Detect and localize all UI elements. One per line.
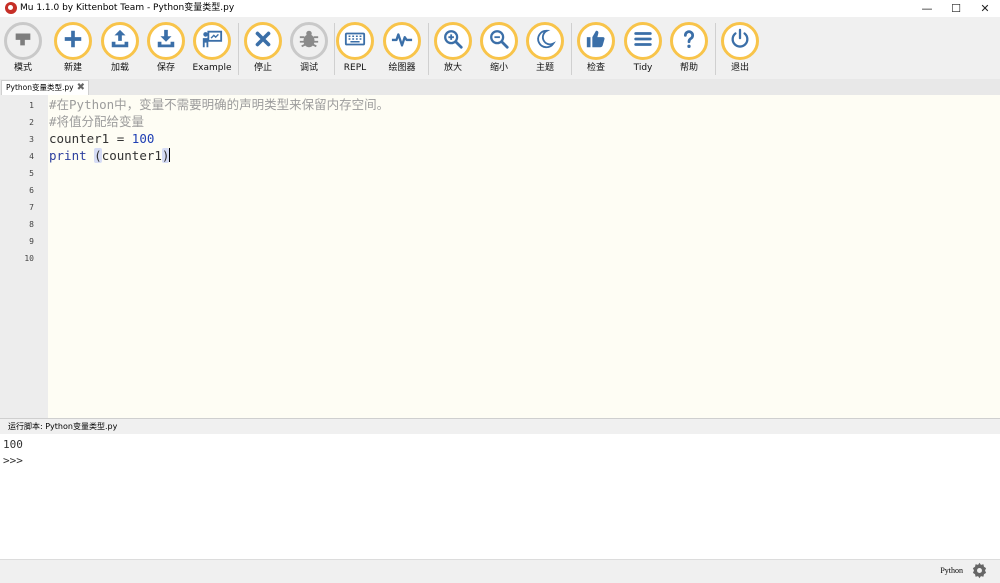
tidy-label: Tidy: [633, 63, 653, 73]
print-argument: counter1: [101, 148, 162, 163]
repl-output-line: 100: [3, 438, 23, 451]
keyword-print: print: [49, 148, 87, 163]
save-button[interactable]: 保存: [143, 22, 189, 78]
repl-prompt: >>>: [3, 454, 23, 467]
line-number: 6: [29, 186, 34, 195]
window-title: Mu 1.1.0 by Kittenbot Team - Python变量类型.…: [20, 3, 235, 13]
line-number: 1: [29, 101, 34, 110]
toolbar-separator: [238, 23, 239, 75]
toolbar-separator: [715, 23, 716, 75]
presentation-icon: [201, 28, 223, 54]
mode-indicator[interactable]: Python: [940, 565, 963, 576]
tab-label: Python变量类型.py: [6, 83, 74, 92]
power-icon: [729, 28, 751, 54]
repl-output-pane[interactable]: 100 >>>: [0, 434, 1000, 559]
close-paren: ): [161, 148, 170, 163]
debug-label: 调试: [299, 63, 318, 73]
mode-icon: [12, 28, 34, 54]
assign-operator: =: [109, 131, 132, 146]
code-editor[interactable]: 1 2 3 4 5 6 7 8 9 10 #在Python中，变量不需要明确的声…: [0, 95, 1000, 418]
tab-bar: Python变量类型.py ✖: [0, 79, 1000, 95]
zoom-out-icon: [488, 28, 510, 54]
theme-label: 主题: [535, 63, 554, 73]
mode-button[interactable]: 模式: [0, 22, 46, 78]
code-line: #在Python中，变量不需要明确的声明类型来保留内存空间。: [49, 96, 389, 113]
close-window-button[interactable]: ✕: [970, 0, 1000, 17]
code-line: print (counter1): [49, 147, 171, 164]
repl-header: 运行脚本: Python变量类型.py: [0, 418, 1000, 434]
plotter-label: 绘图器: [388, 63, 416, 73]
mode-label: 模式: [13, 63, 32, 73]
close-icon: [252, 28, 274, 54]
line-number: 7: [29, 203, 34, 212]
zoom-out-label: 缩小: [489, 63, 508, 73]
tab-python-file[interactable]: Python变量类型.py ✖: [1, 80, 89, 95]
comment-text: #将值分配给变量: [49, 114, 145, 129]
variable-name: counter1: [49, 131, 110, 146]
line-number: 9: [29, 237, 34, 246]
line-number: 10: [24, 254, 34, 263]
download-icon: [155, 28, 177, 54]
zoom-in-label: 放大: [443, 63, 462, 73]
upload-icon: [109, 28, 131, 54]
repl-button[interactable]: REPL: [332, 22, 378, 78]
load-label: 加载: [110, 63, 129, 73]
bug-icon: [298, 28, 320, 54]
load-button[interactable]: 加载: [97, 22, 143, 78]
tidy-button[interactable]: Tidy: [620, 22, 666, 78]
open-paren: (: [94, 148, 102, 163]
zoom-out-button[interactable]: 缩小: [476, 22, 522, 78]
pulse-icon: [391, 28, 413, 54]
line-number: 3: [29, 135, 34, 144]
thumbs-up-icon: [585, 28, 607, 54]
new-label: 新建: [63, 63, 82, 73]
app-logo-icon: [5, 2, 17, 14]
help-label: 帮助: [679, 63, 698, 73]
title-bar: Mu 1.1.0 by Kittenbot Team - Python变量类型.…: [0, 0, 1000, 17]
new-button[interactable]: 新建: [50, 22, 96, 78]
help-icon: [678, 28, 700, 54]
line-number: 4: [29, 152, 34, 161]
check-button[interactable]: 检查: [573, 22, 619, 78]
plotter-button[interactable]: 绘图器: [379, 22, 425, 78]
debug-button[interactable]: 调试: [286, 22, 332, 78]
toolbar-separator: [428, 23, 429, 75]
save-label: 保存: [156, 63, 175, 73]
quit-button[interactable]: 退出: [717, 22, 763, 78]
run-script-label: 运行脚本: Python变量类型.py: [8, 422, 118, 431]
text-cursor: [169, 148, 171, 162]
example-button[interactable]: Example: [189, 22, 235, 78]
status-bar: Python: [0, 559, 1000, 581]
moon-icon: [534, 28, 556, 54]
line-number: 5: [29, 169, 34, 178]
quit-label: 退出: [730, 63, 749, 73]
maximize-button[interactable]: ☐: [941, 0, 971, 17]
keyboard-icon: [344, 28, 366, 54]
minimize-button[interactable]: —: [912, 0, 942, 17]
stop-button[interactable]: 停止: [240, 22, 286, 78]
line-number-gutter: 1 2 3 4 5 6 7 8 9 10: [0, 95, 48, 418]
code-line: counter1 = 100: [49, 130, 154, 147]
zoom-in-icon: [442, 28, 464, 54]
number-literal: 100: [131, 131, 155, 146]
comment-text: #在Python中，变量不需要明确的声明类型来保留内存空间。: [49, 97, 390, 112]
repl-label: REPL: [343, 63, 367, 73]
help-button[interactable]: 帮助: [666, 22, 712, 78]
tab-close-icon[interactable]: ✖: [77, 82, 85, 93]
plus-icon: [62, 28, 84, 54]
line-number: 2: [29, 118, 34, 127]
example-label: Example: [192, 63, 232, 73]
code-line: #将值分配给变量: [49, 113, 144, 130]
toolbar: 模式 新建 加载 保存 Example 停止 调试 REPL 绘图器 放大 缩小: [0, 17, 1000, 79]
zoom-in-button[interactable]: 放大: [430, 22, 476, 78]
toolbar-separator: [571, 23, 572, 75]
check-label: 检查: [586, 63, 605, 73]
lines-icon: [632, 28, 654, 54]
line-number: 8: [29, 220, 34, 229]
stop-label: 停止: [253, 63, 272, 73]
gear-icon[interactable]: [971, 562, 988, 579]
theme-button[interactable]: 主题: [522, 22, 568, 78]
